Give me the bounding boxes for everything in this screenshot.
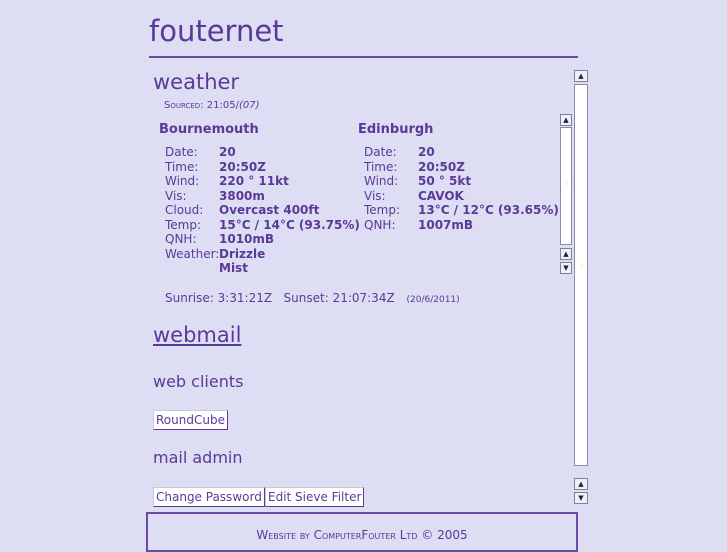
weather-row: QNH: 1007mB — [364, 218, 568, 233]
site-title: fouternet — [149, 14, 284, 48]
title-rule — [149, 56, 578, 58]
row-value: 50 ° 5kt — [418, 174, 472, 188]
row-label: Cloud: — [165, 203, 204, 217]
weather-row: Time: 20:50Z — [364, 160, 568, 175]
row-label: Wind: — [364, 174, 399, 188]
grip-icon: ⋮⋮ — [564, 180, 576, 187]
weather-row: Temp: 13°C / 12°C (93.65%) — [364, 203, 568, 218]
row-label: Temp: — [165, 217, 202, 232]
row-value: 20 — [219, 145, 236, 159]
row-label: Date: — [364, 145, 397, 159]
main-scrollbar-thumb[interactable]: ⋮⋮ — [574, 84, 591, 466]
weather-row: Weather: Drizzle — [165, 247, 369, 262]
mail-admin-heading: mail admin — [153, 448, 243, 467]
city-bournemouth: Bournemouth Date: 20 Time: 20:50Z Wind: 220… — [159, 122, 369, 276]
footer: Website by ComputerFouter Ltd © 2005 — [146, 512, 578, 552]
footer-text: Website by ComputerFouter Ltd © 2005 — [256, 528, 468, 542]
row-value: 1010mB — [219, 232, 275, 246]
weather-row: Wind: 50 ° 5kt — [364, 174, 568, 189]
weather-row: Vis: 3800m — [165, 189, 369, 204]
sourced-label: Sourced: 21:05/ — [164, 100, 239, 111]
sunrise-text: Sunrise: 3:31:21Z — [165, 291, 273, 305]
row-label — [165, 261, 219, 276]
row-value: CAVOK — [418, 188, 464, 203]
weather-row: Wind: 220 ° 11kt — [165, 174, 369, 189]
weather-row: Date: 20 — [165, 145, 369, 160]
row-value: Overcast 400ft — [219, 203, 320, 217]
city-edinburgh: Edinburgh Date: 20 Time: 20:50Z Wind: 50 ° … — [358, 122, 568, 232]
main-scrollbar[interactable]: ▲ ⋮⋮ ▲ ▼ — [574, 70, 591, 506]
content-panel: weather Sourced: 21:05/(07) Bournemouth … — [149, 64, 571, 510]
weather-row: Cloud: Overcast 400ft — [165, 203, 369, 218]
row-value: 20:50Z — [418, 159, 465, 174]
row-label: Weather: — [165, 246, 220, 261]
row-label: QNH: — [364, 217, 396, 232]
sourced-line: Sourced: 21:05/(07) — [164, 100, 259, 111]
row-value: 20:50Z — [219, 159, 266, 174]
webmail-link[interactable]: webmail — [153, 323, 241, 347]
row-value: Drizzle — [219, 246, 266, 261]
arrow-down-icon[interactable]: ▼ — [574, 492, 588, 504]
row-label: Time: — [364, 159, 398, 174]
row-label: QNH: — [165, 232, 197, 246]
weather-row: Date: 20 — [364, 145, 568, 160]
row-value: 20 — [418, 145, 435, 159]
scrollbar-thumb[interactable]: ⋮⋮ — [560, 127, 576, 245]
arrow-up-icon[interactable]: ▲ — [560, 114, 572, 126]
weather-row: QNH: 1010mB — [165, 232, 369, 247]
row-value: 15°C / 14°C (93.75%) — [219, 217, 360, 232]
weather-row: Temp: 15°C / 14°C (93.75%) — [165, 218, 369, 233]
row-label: Date: — [165, 145, 198, 159]
sourced-value: (07) — [238, 100, 260, 111]
row-label: Wind: — [165, 174, 200, 188]
arrow-up-icon[interactable]: ▲ — [574, 478, 588, 490]
row-value: Mist — [219, 261, 248, 275]
web-clients-heading: web clients — [153, 372, 244, 391]
arrow-down-icon[interactable]: ▼ — [560, 262, 572, 274]
grip-icon: ⋮⋮ — [579, 263, 591, 270]
weather-scrollbar[interactable]: ▲ ⋮⋮ ▲ ▼ — [560, 114, 576, 276]
change-password-button[interactable]: Change Password — [153, 487, 265, 507]
row-label: Temp: — [364, 203, 401, 217]
city-name: Edinburgh — [358, 122, 434, 137]
row-label: Time: — [165, 159, 199, 174]
city-name: Bournemouth — [159, 122, 259, 137]
row-value: 13°C / 12°C (93.65%) — [418, 203, 559, 217]
row-value: 1007mB — [418, 217, 474, 232]
row-value: 3800m — [219, 188, 265, 203]
weather-row: Vis: CAVOK — [364, 189, 568, 204]
arrow-up-icon[interactable]: ▲ — [574, 70, 588, 82]
weather-heading: weather — [153, 70, 240, 94]
weather-row: Mist — [165, 261, 369, 276]
arrow-up-icon[interactable]: ▲ — [560, 248, 572, 260]
row-value: 220 ° 11kt — [219, 174, 289, 188]
sun-date: (20/6/2011) — [406, 295, 460, 305]
sun-times: Sunrise: 3:31:21Z Sunset: 21:07:34Z (20/… — [165, 291, 460, 305]
roundcube-button[interactable]: RoundCube — [153, 410, 228, 430]
row-label: Vis: — [364, 188, 386, 203]
sunset-text: Sunset: 21:07:34Z — [283, 291, 395, 305]
row-label: Vis: — [165, 188, 187, 203]
edit-sieve-filter-button[interactable]: Edit Sieve Filter — [265, 487, 365, 507]
weather-row: Time: 20:50Z — [165, 160, 369, 175]
